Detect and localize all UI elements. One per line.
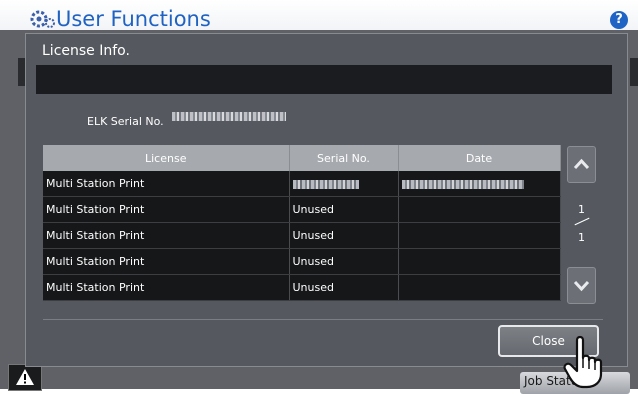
elk-serial-value-obscured (172, 112, 286, 121)
serial-cell: Unused (289, 196, 399, 223)
title-bar: User Functions ? (0, 0, 638, 30)
gear-icon (30, 10, 55, 28)
date-cell (398, 222, 561, 249)
date-cell (398, 196, 561, 223)
elk-serial-label: ELK Serial No. (87, 115, 164, 128)
app-title: User Functions (56, 7, 211, 31)
help-icon[interactable]: ? (610, 11, 628, 29)
license-cell: Multi Station Print (43, 248, 290, 275)
serial-cell (289, 171, 399, 197)
column-header-license: License (43, 145, 290, 171)
hand-pointer-icon (563, 335, 603, 389)
date-cell (398, 274, 561, 301)
scroll-up-button[interactable] (567, 146, 596, 183)
license-cell: Multi Station Print (43, 196, 290, 223)
warning-button[interactable] (8, 364, 42, 391)
license-table: License Serial No. Date Multi Station Pr… (43, 145, 561, 301)
warning-icon (16, 369, 34, 385)
page-total: 1 (578, 231, 585, 244)
table-row[interactable]: Multi Station Print Unused (43, 222, 561, 249)
license-cell: Multi Station Print (43, 171, 290, 197)
message-bar (36, 65, 612, 94)
table-row[interactable]: Multi Station Print Unused (43, 274, 561, 301)
table-row[interactable]: Multi Station Print Unused (43, 248, 561, 275)
serial-cell: Unused (289, 248, 399, 275)
license-cell: Multi Station Print (43, 274, 290, 301)
chevron-down-icon (573, 280, 590, 292)
serial-cell: Unused (289, 222, 399, 249)
table-row[interactable]: Multi Station Print (43, 171, 561, 197)
license-info-dialog: License Info. ELK Serial No. License Ser… (25, 33, 628, 367)
license-cell: Multi Station Print (43, 222, 290, 249)
background-strip-right (630, 58, 638, 86)
scroll-down-button[interactable] (567, 267, 596, 304)
column-header-serial: Serial No. (289, 145, 399, 171)
table-header-row: License Serial No. Date (43, 145, 561, 171)
serial-value-obscured (292, 179, 359, 189)
dialog-title: License Info. (42, 43, 130, 59)
chevron-up-icon (573, 158, 590, 170)
footer-divider (43, 319, 603, 320)
date-cell (398, 248, 561, 275)
date-cell (398, 171, 561, 197)
table-row[interactable]: Multi Station Print Unused (43, 196, 561, 223)
column-header-date: Date (398, 145, 561, 171)
serial-cell: Unused (289, 274, 399, 301)
page-current: 1 (578, 203, 585, 216)
page-separator (574, 217, 590, 226)
date-value-obscured (401, 179, 524, 189)
